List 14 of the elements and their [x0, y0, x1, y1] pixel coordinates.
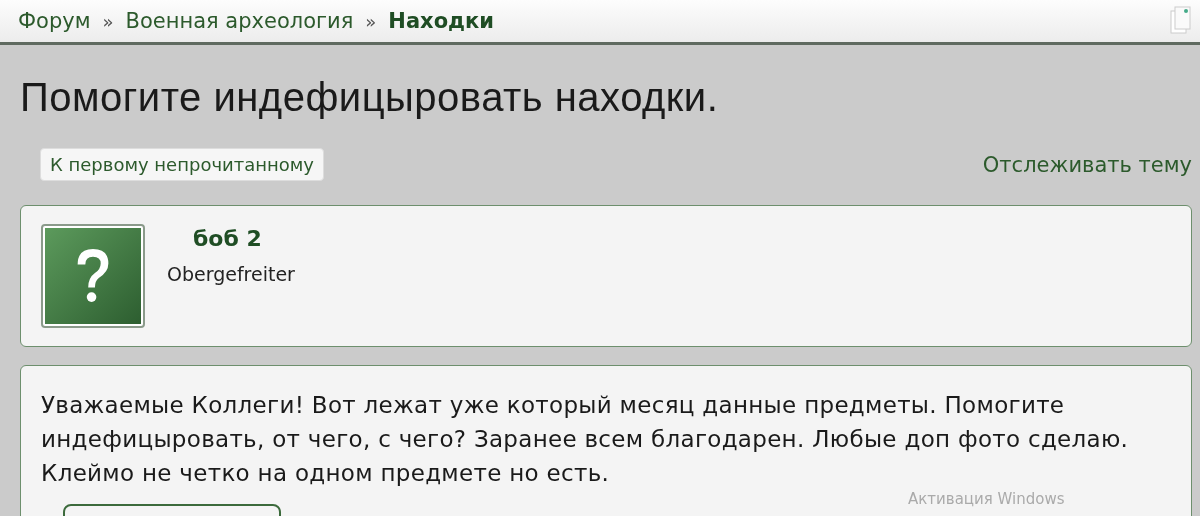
post-text: Уважаемые Коллеги! Вот лежат уже который месяц данные предметы. Помогите индефицыровать, от чего, с чего? Заранее всем благодарен. Любые доп фото сделаю. Клеймо не четко на одном предмете но есть.	[41, 391, 1130, 488]
thread-title: Помогите индефицыровать находки.	[19, 74, 720, 120]
question-mark-avatar-icon	[41, 224, 145, 328]
activation-notice: Активация Windows	[908, 490, 1065, 508]
breadcrumb-link[interactable]: Военная археология	[125, 9, 354, 33]
first-unread-button[interactable]: К первому непрочитанному	[40, 148, 325, 181]
author-name[interactable]: боб 2	[167, 226, 295, 251]
pages-icon[interactable]	[1170, 6, 1192, 36]
breadcrumb-separator: »	[102, 10, 114, 32]
breadcrumb-separator: »	[365, 10, 377, 32]
breadcrumb-link[interactable]: Форум	[18, 9, 91, 33]
breadcrumb-link[interactable]: Находки	[388, 9, 494, 33]
watch-thread-link[interactable]: Отслеживать тему	[982, 152, 1192, 177]
author-rank: Obergefreiter	[167, 263, 295, 285]
